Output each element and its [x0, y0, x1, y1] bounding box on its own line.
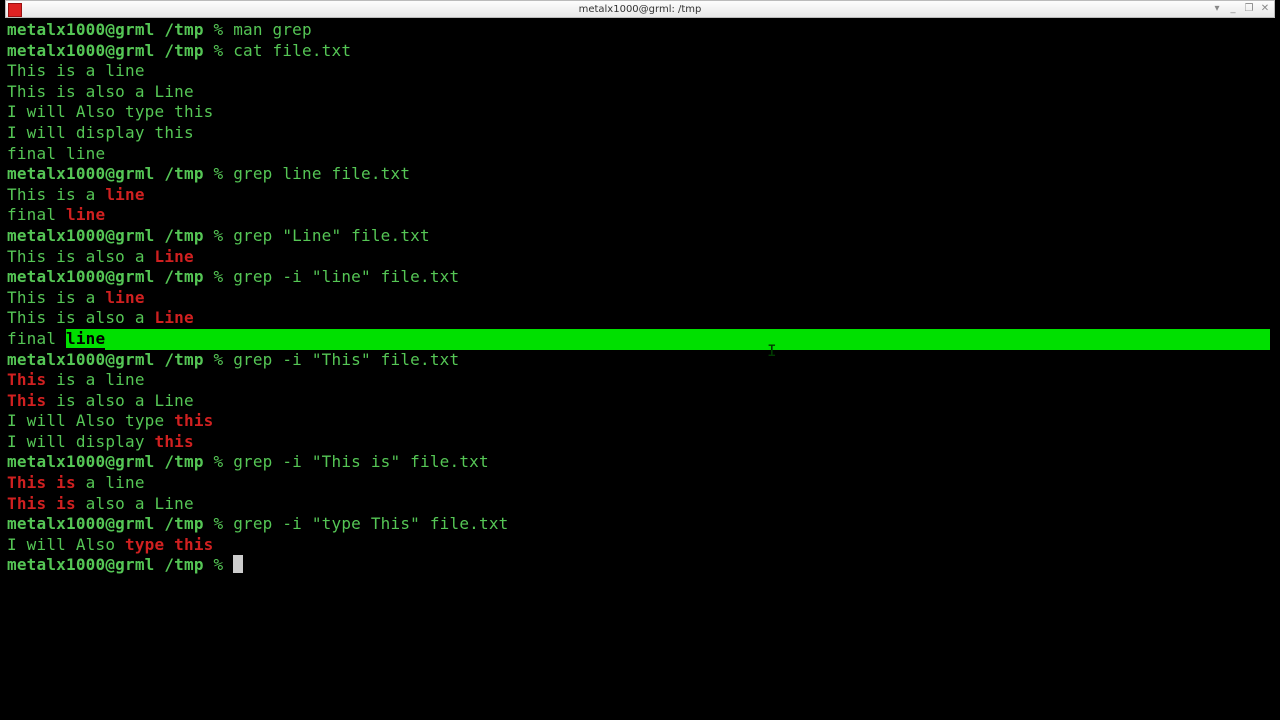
shade-button[interactable]: ▾ [1210, 3, 1224, 17]
output-text: also a Line [76, 494, 194, 513]
command-text: grep -i "type This" file.txt [233, 514, 508, 533]
output-line: final line [7, 205, 1275, 226]
command-line: metalx1000@grml /tmp % grep line file.tx… [7, 164, 1275, 185]
window-controls: ▾ _ ❐ ✕ [1210, 3, 1272, 17]
command-line: metalx1000@grml /tmp % grep -i "This" fi… [7, 350, 1275, 371]
grep-match: This is [7, 473, 76, 492]
output-text: is also a Line [46, 391, 194, 410]
output-text: final [7, 205, 66, 224]
grep-match: type this [125, 535, 214, 554]
command-text: grep "Line" file.txt [233, 226, 430, 245]
grep-match: Line [155, 308, 194, 327]
terminal-area[interactable]: metalx1000@grml /tmp % man grepmetalx100… [5, 18, 1275, 576]
output-line: This is a line [7, 288, 1275, 309]
output-line: This is a line [7, 473, 1275, 494]
shell-prompt: metalx1000@grml /tmp % [7, 20, 233, 39]
command-line: metalx1000@grml /tmp % grep -i "line" fi… [7, 267, 1275, 288]
shell-prompt: metalx1000@grml /tmp % [7, 267, 233, 286]
grep-match: this [174, 411, 213, 430]
command-text: grep line file.txt [233, 164, 410, 183]
output-text: I will Also [7, 535, 125, 554]
output-text: This is also a [7, 308, 155, 327]
shell-prompt: metalx1000@grml /tmp % [7, 514, 233, 533]
output-text: This is also a [7, 247, 155, 266]
output-text: I will Also type [7, 411, 174, 430]
command-line: metalx1000@grml /tmp % man grep [7, 20, 1275, 41]
grep-match: This is [7, 494, 76, 513]
command-line: metalx1000@grml /tmp % grep "Line" file.… [7, 226, 1275, 247]
selection-highlight: line [66, 329, 105, 348]
shell-prompt: metalx1000@grml /tmp % [7, 452, 233, 471]
output-text: I will Also type this [7, 102, 214, 121]
output-text: I will display this [7, 123, 194, 142]
output-line: This is a line [7, 185, 1275, 206]
output-text: This is a [7, 185, 105, 204]
shell-prompt: metalx1000@grml /tmp % [7, 41, 233, 60]
grep-match: line [66, 205, 105, 224]
command-line: metalx1000@grml /tmp % [7, 555, 1275, 576]
shell-prompt: metalx1000@grml /tmp % [7, 226, 233, 245]
output-text: This is a line [7, 61, 145, 80]
grep-match: Line [155, 247, 194, 266]
output-text: final [7, 329, 66, 348]
grep-match: this [155, 432, 194, 451]
command-text: grep -i "This is" file.txt [233, 452, 489, 471]
command-line: metalx1000@grml /tmp % cat file.txt [7, 41, 1275, 62]
selection-fill [105, 329, 1270, 350]
output-line: final line [7, 329, 1275, 350]
window-title: metalx1000@grml: /tmp [579, 4, 702, 15]
output-line: I will Also type this [7, 535, 1275, 556]
command-line: metalx1000@grml /tmp % grep -i "type Thi… [7, 514, 1275, 535]
command-text: grep -i "This" file.txt [233, 350, 459, 369]
output-text: This is also a Line [7, 82, 194, 101]
grep-match: line [105, 288, 144, 307]
close-button[interactable]: ✕ [1258, 3, 1272, 17]
command-text: cat file.txt [233, 41, 351, 60]
terminal-window: metalx1000@grml: /tmp ▾ _ ❐ ✕ metalx1000… [5, 0, 1275, 720]
window-titlebar[interactable]: metalx1000@grml: /tmp ▾ _ ❐ ✕ [5, 0, 1275, 18]
shell-prompt: metalx1000@grml /tmp % [7, 350, 233, 369]
grep-match: This [7, 391, 46, 410]
output-line: This is also a Line [7, 82, 1275, 103]
app-icon [8, 3, 22, 17]
output-line: This is also a Line [7, 247, 1275, 268]
minimize-button[interactable]: _ [1226, 3, 1240, 17]
output-line: I will display this [7, 432, 1275, 453]
output-line: This is also a Line [7, 494, 1275, 515]
output-text: is a line [46, 370, 144, 389]
output-line: I will Also type this [7, 411, 1275, 432]
command-text: grep -i "line" file.txt [233, 267, 459, 286]
output-line: This is a line [7, 370, 1275, 391]
grep-match: This [7, 370, 46, 389]
output-line: This is a line [7, 61, 1275, 82]
output-text: final line [7, 144, 105, 163]
output-line: final line [7, 144, 1275, 165]
grep-match: line [105, 185, 144, 204]
output-text: I will display [7, 432, 155, 451]
shell-prompt: metalx1000@grml /tmp % [7, 164, 233, 183]
command-line: metalx1000@grml /tmp % grep -i "This is"… [7, 452, 1275, 473]
maximize-button[interactable]: ❐ [1242, 3, 1256, 17]
output-text: This is a [7, 288, 105, 307]
command-text: man grep [233, 20, 312, 39]
selected-row: final line [7, 329, 1268, 350]
output-line: This is also a Line [7, 391, 1275, 412]
output-line: I will display this [7, 123, 1275, 144]
shell-prompt: metalx1000@grml /tmp % [7, 555, 233, 574]
block-cursor [233, 555, 243, 573]
output-text: a line [76, 473, 145, 492]
output-line: I will Also type this [7, 102, 1275, 123]
output-line: This is also a Line [7, 308, 1275, 329]
